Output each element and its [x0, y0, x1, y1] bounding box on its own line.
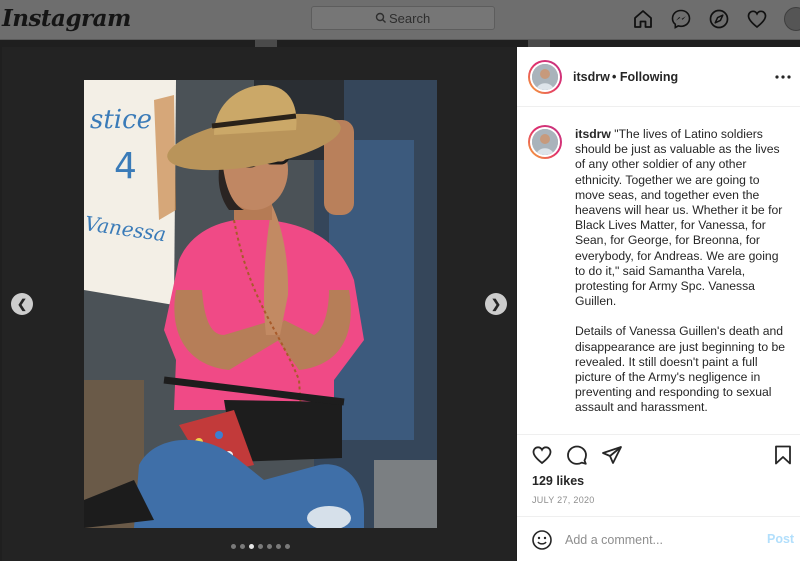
search-box[interactable] [311, 6, 495, 30]
carousel-dot [267, 544, 272, 549]
carousel-dot [285, 544, 290, 549]
author-username[interactable]: itsdrw [573, 70, 610, 84]
search-icon [375, 12, 386, 23]
sign-text-4: 4 [114, 146, 137, 187]
save-bookmark-icon[interactable] [772, 444, 794, 466]
carousel-dots [231, 544, 290, 549]
post-date[interactable]: JULY 27, 2020 [532, 495, 595, 505]
media-area: stice 4 Vanessa ❮ ❯ [2, 47, 516, 561]
search-input[interactable] [389, 10, 489, 26]
prev-slide-button[interactable]: ❮ [11, 293, 33, 315]
post-modal: stice 4 Vanessa ❮ ❯ itsdrw • Following i… [2, 47, 800, 561]
comment-bar: Post [517, 516, 800, 561]
explore-icon[interactable] [708, 8, 730, 30]
avatar-image [532, 129, 558, 155]
instagram-logo[interactable]: Instagram [2, 5, 131, 32]
emoji-icon[interactable] [531, 529, 553, 551]
avatar-image [532, 64, 558, 90]
carousel-dot [240, 544, 245, 549]
like-count[interactable]: 129 likes [532, 474, 584, 488]
share-icon[interactable] [601, 444, 623, 466]
like-heart-icon[interactable] [531, 444, 553, 466]
post-header: itsdrw • Following [517, 47, 800, 107]
more-options-icon[interactable] [775, 75, 791, 79]
following-button[interactable]: • Following [612, 70, 678, 84]
photo-illustration: stice 4 Vanessa [84, 80, 437, 528]
post-caption: itsdrw "The lives of Latino soldiers sho… [575, 127, 791, 431]
post-comment-button[interactable]: Post [767, 532, 794, 546]
caption-text: "The lives of Latino soldiers should be … [575, 127, 783, 309]
profile-avatar[interactable] [784, 7, 800, 31]
carousel-dot [276, 544, 281, 549]
author-avatar[interactable] [528, 60, 562, 94]
home-icon[interactable] [632, 8, 654, 30]
post-side-panel: itsdrw • Following itsdrw "The lives of … [517, 47, 800, 561]
carousel-dot [231, 544, 236, 549]
carousel-dot-active [249, 544, 254, 549]
caption-author-avatar[interactable] [528, 125, 562, 159]
top-nav-bar: Instagram [0, 0, 800, 40]
caption-username[interactable]: itsdrw [575, 127, 611, 141]
heart-icon[interactable] [746, 8, 768, 30]
sign-text-justice: stice [90, 105, 152, 135]
caption-paragraph: itsdrw "The lives of Latino soldiers sho… [575, 127, 791, 309]
post-photo[interactable]: stice 4 Vanessa [84, 80, 437, 528]
comment-icon[interactable] [566, 444, 588, 466]
comment-input[interactable] [565, 531, 745, 549]
caption-paragraph: Details of Vanessa Guillen's death and d… [575, 324, 786, 415]
next-slide-button[interactable]: ❯ [485, 293, 507, 315]
carousel-dot [258, 544, 263, 549]
messenger-icon[interactable] [670, 8, 692, 30]
